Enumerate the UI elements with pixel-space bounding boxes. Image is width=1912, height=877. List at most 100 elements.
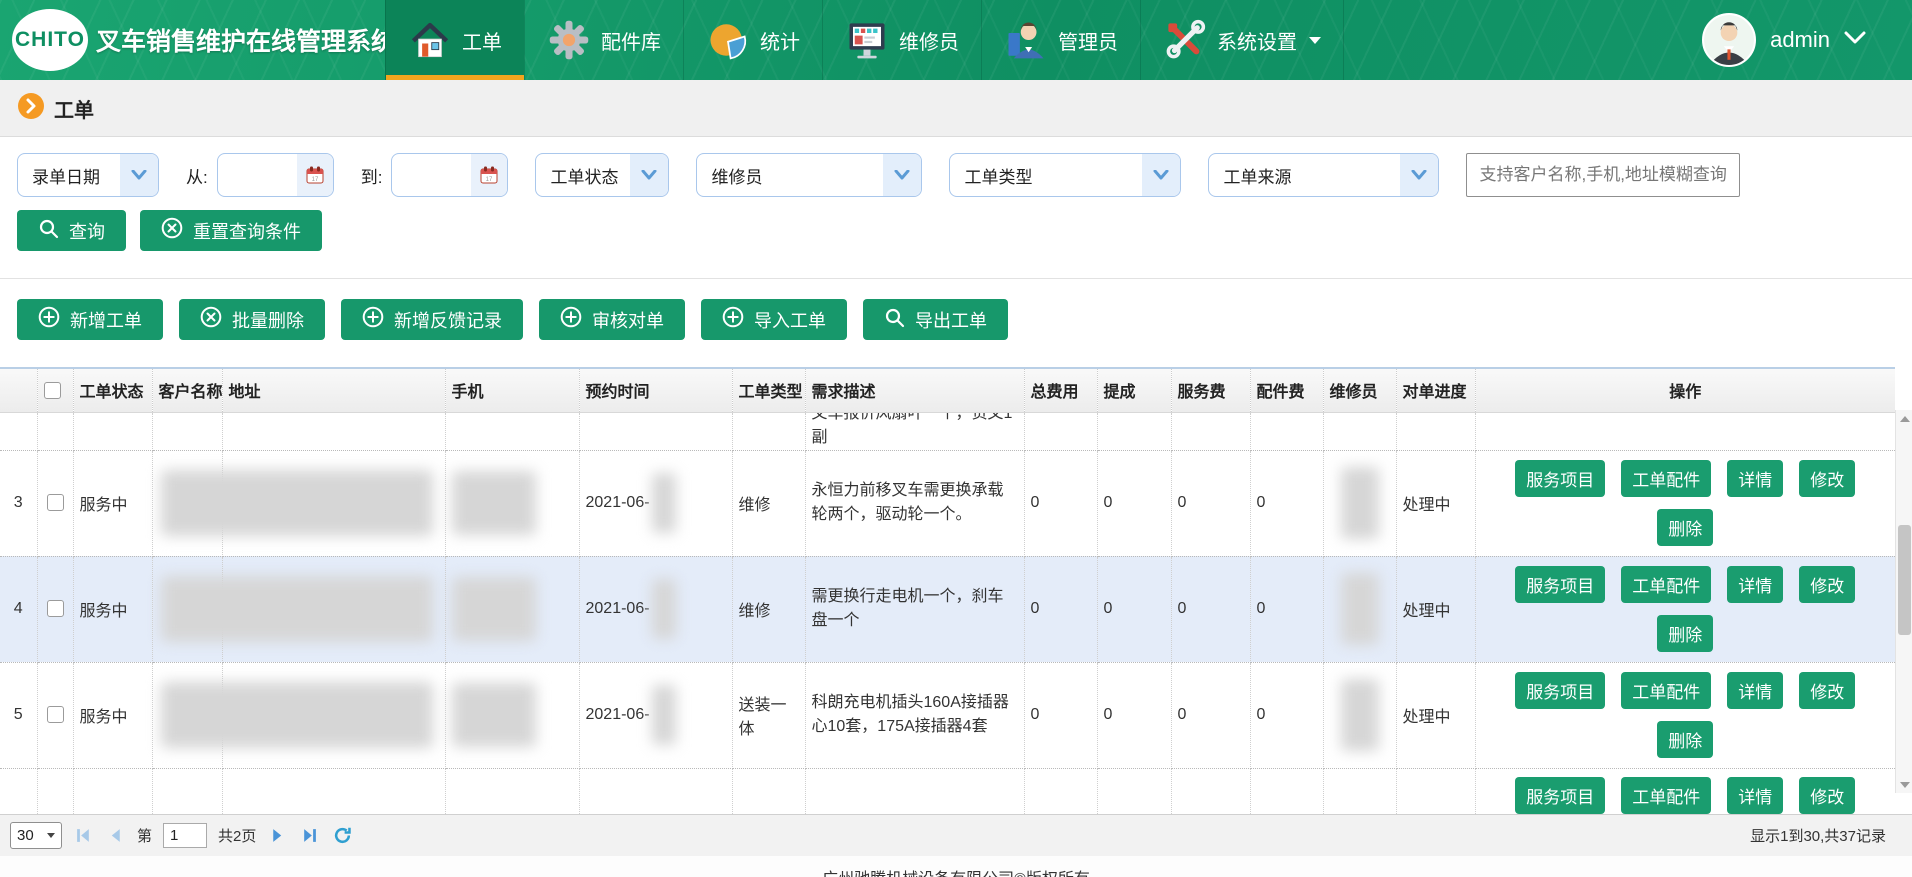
header-rownum xyxy=(0,368,37,412)
status-select[interactable]: 工单状态 xyxy=(535,153,669,197)
top-nav-bar: CHITO 叉车销售维护在线管理系统 工单 配件库 统计 xyxy=(0,0,1912,80)
row-number: 5 xyxy=(0,662,37,768)
nav-item-admins[interactable]: 管理员 xyxy=(981,0,1140,80)
search-button[interactable]: 查询 xyxy=(17,210,126,251)
records-summary: 显示1到30,共37记录 xyxy=(1750,825,1902,846)
service-items-button[interactable]: 服务项目 xyxy=(1515,777,1605,814)
cell-appointment: 2021-06- xyxy=(579,450,732,556)
row-checkbox[interactable] xyxy=(47,706,64,723)
detail-button[interactable]: 详情 xyxy=(1727,460,1783,497)
scroll-down-arrow-icon[interactable] xyxy=(1896,776,1912,793)
monitor-icon xyxy=(845,18,889,62)
date-type-select[interactable]: 录单日期 xyxy=(17,153,159,197)
search-input[interactable] xyxy=(1466,153,1740,197)
search-icon xyxy=(884,307,905,333)
service-items-button[interactable]: 服务项目 xyxy=(1515,460,1605,497)
page-size-select[interactable]: 30 xyxy=(10,822,62,849)
redacted-phone xyxy=(452,683,536,747)
detail-button[interactable]: 详情 xyxy=(1727,672,1783,709)
cell-customer xyxy=(152,556,222,662)
refresh-icon[interactable] xyxy=(331,824,354,847)
header-status: 工单状态 xyxy=(73,368,152,412)
redacted-customer-name xyxy=(161,682,433,748)
audit-order-button[interactable]: 审核对单 xyxy=(539,299,685,340)
total-pages-label: 共2页 xyxy=(218,825,256,846)
order-source-select-value: 工单来源 xyxy=(1223,163,1291,188)
service-items-button[interactable]: 服务项目 xyxy=(1515,566,1605,603)
home-icon xyxy=(408,18,452,62)
plus-circle-icon xyxy=(362,306,384,333)
import-workorder-button[interactable]: 导入工单 xyxy=(701,299,847,340)
nav-item-statistics[interactable]: 统计 xyxy=(683,0,822,80)
prev-page-button[interactable] xyxy=(105,825,126,846)
chevron-down-icon xyxy=(47,833,55,838)
header-parts-fee: 配件费 xyxy=(1250,368,1323,412)
select-all-checkbox[interactable] xyxy=(44,382,61,399)
order-parts-button[interactable]: 工单配件 xyxy=(1621,777,1711,814)
reset-button[interactable]: 重置查询条件 xyxy=(140,210,322,251)
batch-delete-button[interactable]: 批量删除 xyxy=(179,299,325,340)
cell-type: 维修 xyxy=(732,556,805,662)
next-page-button[interactable] xyxy=(267,825,288,846)
repairman-select[interactable]: 维修员 xyxy=(696,153,922,197)
edit-button[interactable]: 修改 xyxy=(1799,566,1855,603)
to-date-input[interactable]: 17 xyxy=(391,153,508,197)
cell-type: 送装一体 xyxy=(732,662,805,768)
order-parts-button[interactable]: 工单配件 xyxy=(1621,672,1711,709)
svg-text:17: 17 xyxy=(311,177,318,183)
service-items-button[interactable]: 服务项目 xyxy=(1515,672,1605,709)
table-scrollbar[interactable] xyxy=(1895,410,1912,793)
order-type-select[interactable]: 工单类型 xyxy=(949,153,1181,197)
cell-total-fee: 0 xyxy=(1024,450,1097,556)
cell-status: 服务中 xyxy=(73,662,152,768)
add-feedback-button[interactable]: 新增反馈记录 xyxy=(341,299,523,340)
detail-button[interactable]: 详情 xyxy=(1727,777,1783,814)
scrollbar-thumb[interactable] xyxy=(1898,525,1911,635)
redacted-phone xyxy=(452,471,536,535)
footer-copyright: 广州驰腾机械设备有限公司©版权所有 xyxy=(0,856,1912,877)
search-icon xyxy=(38,218,59,244)
row-checkbox[interactable] xyxy=(47,600,64,617)
header-phone: 手机 xyxy=(445,368,579,412)
redacted-phone xyxy=(452,577,536,641)
nav-item-label: 统计 xyxy=(760,26,800,55)
nav-item-workorders[interactable]: 工单 xyxy=(385,0,524,80)
edit-button[interactable]: 修改 xyxy=(1799,460,1855,497)
delete-button[interactable]: 删除 xyxy=(1657,721,1713,758)
delete-button[interactable]: 删除 xyxy=(1657,509,1713,546)
order-source-select[interactable]: 工单来源 xyxy=(1208,153,1439,197)
cell-type: 维修 xyxy=(732,450,805,556)
nav-item-parts[interactable]: 配件库 xyxy=(524,0,683,80)
detail-button[interactable]: 详情 xyxy=(1727,566,1783,603)
calendar-icon[interactable]: 17 xyxy=(471,154,507,196)
cell-commission: 0 xyxy=(1097,556,1171,662)
export-workorder-button[interactable]: 导出工单 xyxy=(863,299,1008,340)
edit-button[interactable]: 修改 xyxy=(1799,672,1855,709)
chevron-down-icon xyxy=(1400,154,1438,196)
chevron-down-icon xyxy=(883,154,921,196)
last-page-button[interactable] xyxy=(299,825,320,846)
calendar-icon[interactable]: 17 xyxy=(297,154,333,196)
row-checkbox[interactable] xyxy=(47,494,64,511)
header-address: 地址 xyxy=(222,368,445,412)
cell-repairman xyxy=(1323,450,1396,556)
nav-item-repairmen[interactable]: 维修员 xyxy=(822,0,981,80)
header-checkbox-cell xyxy=(37,368,73,412)
from-date-input[interactable]: 17 xyxy=(217,153,334,197)
page-number-input[interactable] xyxy=(163,823,207,848)
add-workorder-button[interactable]: 新增工单 xyxy=(17,299,163,340)
nav-item-settings[interactable]: 系统设置 xyxy=(1140,0,1344,80)
first-page-button[interactable] xyxy=(73,825,94,846)
table-header-row: 工单状态 客户名称 地址 手机 预约时间 工单类型 需求描述 总费用 提成 服务… xyxy=(0,368,1895,412)
cell-phone xyxy=(445,450,579,556)
edit-button[interactable]: 修改 xyxy=(1799,777,1855,814)
scroll-up-arrow-icon[interactable] xyxy=(1896,410,1912,427)
header-operations: 操作 xyxy=(1475,368,1895,412)
plus-circle-icon xyxy=(560,306,582,333)
header-commission: 提成 xyxy=(1097,368,1171,412)
delete-button[interactable]: 删除 xyxy=(1657,615,1713,652)
order-parts-button[interactable]: 工单配件 xyxy=(1621,566,1711,603)
user-menu[interactable]: admin xyxy=(1702,0,1912,80)
order-parts-button[interactable]: 工单配件 xyxy=(1621,460,1711,497)
table-row-clipped-bottom: 服务项目 工单配件 详情 修改 xyxy=(0,768,1895,814)
